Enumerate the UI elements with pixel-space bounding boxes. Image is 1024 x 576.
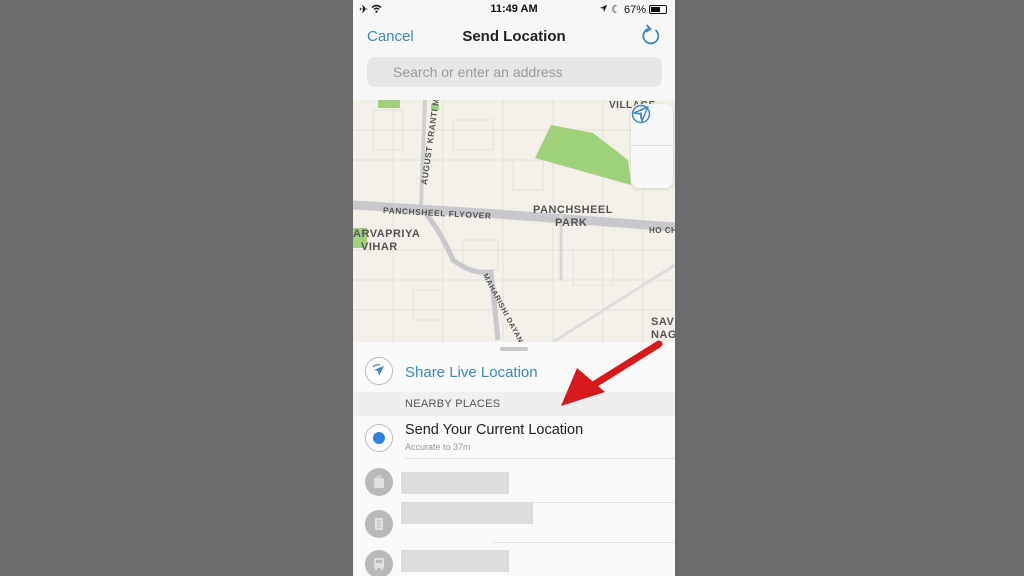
map-label-vihar: VIHAR xyxy=(361,241,398,253)
share-live-location-button[interactable]: Share Live Location xyxy=(353,356,675,392)
bottom-sheet: Share Live Location NEARBY PLACES Send Y… xyxy=(353,342,675,576)
bus-icon xyxy=(365,550,393,576)
location-arrow-icon xyxy=(599,4,608,16)
blurred-place-name xyxy=(401,472,509,494)
current-location-title: Send Your Current Location xyxy=(405,422,584,438)
refresh-button[interactable] xyxy=(639,24,663,48)
status-bar: ✈ 11:49 AM ☾ 67% xyxy=(353,0,675,20)
battery-icon xyxy=(649,5,667,14)
map-label-park: PARK xyxy=(555,217,588,229)
map-controls xyxy=(631,104,673,188)
nav-bar: Cancel Send Location xyxy=(353,22,675,52)
current-location-dot xyxy=(373,432,385,444)
blurred-place-name xyxy=(401,502,533,524)
blurred-place-name xyxy=(401,550,509,572)
sheet-grabber[interactable] xyxy=(500,347,528,351)
search-field[interactable] xyxy=(367,57,662,87)
location-arrow-icon xyxy=(633,106,649,122)
live-location-icon xyxy=(365,357,393,385)
map-label-nagar: NAGA xyxy=(651,329,675,341)
battery-percent: 67% xyxy=(623,3,646,16)
moon-icon: ☾ xyxy=(611,4,621,16)
building-icon xyxy=(365,510,393,538)
map-view[interactable]: VILLAGE AUGUST KRANTI M PANCHSHEEL FLYOV… xyxy=(353,100,675,342)
nearby-place-item[interactable] xyxy=(353,502,675,542)
map-label-ho-chi: HO CH xyxy=(649,226,675,235)
nearby-place-item[interactable] xyxy=(353,460,675,500)
send-current-location-button[interactable]: Send Your Current Location Accurate to 3… xyxy=(353,418,675,458)
divider xyxy=(405,458,675,459)
phone-screen: ✈ 11:49 AM ☾ 67% Cancel Send Location Se… xyxy=(353,0,675,576)
map-label-savitri: SAVIT xyxy=(651,316,675,328)
map-label-sarvapriya: ARVAPRIYA xyxy=(353,228,421,240)
current-location-accuracy: Accurate to 37m xyxy=(405,442,471,452)
map-locate-button[interactable] xyxy=(631,106,673,188)
share-live-location-label: Share Live Location xyxy=(405,364,538,381)
page-title: Send Location xyxy=(462,28,566,45)
shopping-bag-icon xyxy=(365,468,393,496)
map-label-panchsheel: PANCHSHEEL xyxy=(533,204,613,216)
nearby-place-item[interactable] xyxy=(353,542,675,576)
map-canvas xyxy=(353,100,675,342)
battery-fill xyxy=(651,7,661,12)
current-location-icon xyxy=(365,424,393,452)
nearby-places-header: NEARBY PLACES xyxy=(353,392,675,416)
search-input[interactable] xyxy=(367,57,662,87)
status-right: ☾ 67% xyxy=(599,3,667,16)
nearby-places-label: NEARBY PLACES xyxy=(405,398,501,410)
refresh-icon xyxy=(642,24,660,45)
